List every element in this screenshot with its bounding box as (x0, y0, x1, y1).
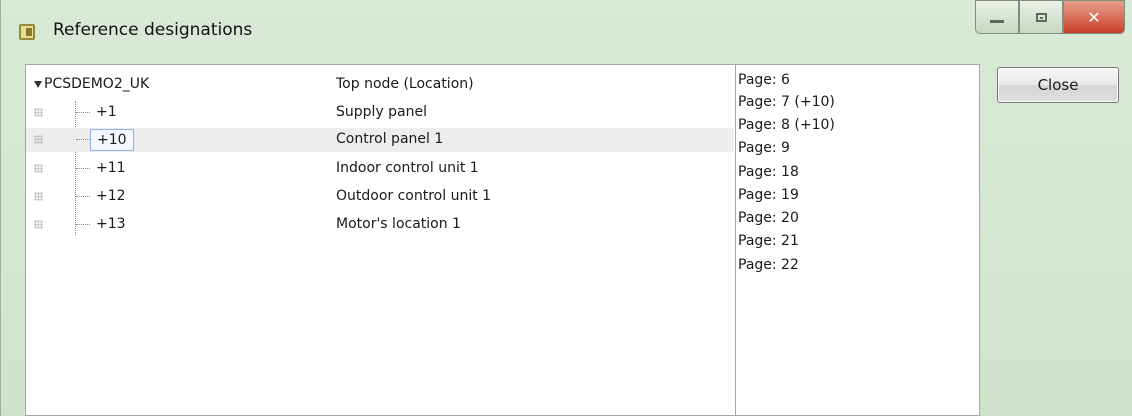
tree-connector (76, 139, 90, 140)
grip-icon (34, 135, 43, 144)
reference-designations-window: Reference designations ✕ PCSDEMO2_UK Top… (0, 0, 1132, 416)
list-item[interactable]: Page: 8 (+10) (738, 117, 835, 133)
tree-node-label: +12 (96, 188, 126, 204)
tree-row[interactable]: +1 Supply panel (26, 101, 734, 125)
tree-expander-icon[interactable] (34, 81, 42, 88)
list-item[interactable]: Page: 20 (738, 210, 799, 226)
tree-node-label: +1 (96, 104, 117, 120)
maximize-button[interactable] (1019, 0, 1063, 34)
close-icon: ✕ (1087, 7, 1101, 27)
grip-icon (34, 192, 43, 201)
tree-connector (76, 112, 90, 113)
list-item[interactable]: Page: 6 (738, 72, 790, 88)
tree-row[interactable]: +13 Motor's location 1 (26, 213, 734, 237)
tree-connector (76, 224, 90, 225)
tree-connector (76, 168, 90, 169)
list-item[interactable]: Page: 19 (738, 187, 799, 203)
tree-row[interactable]: +11 Indoor control unit 1 (26, 157, 734, 181)
page-reference-list[interactable]: Page: 6 Page: 7 (+10) Page: 8 (+10) Page… (735, 64, 980, 416)
tree-node-label: +13 (96, 216, 126, 232)
list-item[interactable]: Page: 21 (738, 233, 799, 249)
tree-node-description: Motor's location 1 (336, 216, 461, 232)
grip-icon (34, 220, 43, 229)
designation-tree[interactable]: PCSDEMO2_UK Top node (Location) +1 Suppl… (25, 64, 735, 416)
list-item[interactable]: Page: 7 (+10) (738, 94, 835, 110)
tree-node-label: +10 (90, 129, 134, 151)
list-item[interactable]: Page: 9 (738, 140, 790, 156)
minimize-button[interactable] (975, 0, 1019, 34)
tree-node-description: Supply panel (336, 104, 427, 120)
list-item[interactable]: Page: 18 (738, 164, 799, 180)
title-bar[interactable]: Reference designations ✕ (1, 0, 1132, 58)
list-item[interactable]: Page: 22 (738, 257, 799, 273)
tree-root-label: PCSDEMO2_UK (44, 76, 150, 92)
close-window-button[interactable]: ✕ (1063, 0, 1125, 34)
tree-row[interactable]: +12 Outdoor control unit 1 (26, 185, 734, 209)
tree-node-description: Indoor control unit 1 (336, 160, 479, 176)
tree-node-label: +11 (96, 160, 126, 176)
tree-root-row[interactable]: PCSDEMO2_UK Top node (Location) (26, 73, 734, 97)
window-icon (19, 24, 35, 40)
window-title: Reference designations (53, 20, 253, 40)
tree-row-selected[interactable]: +10 Control panel 1 (26, 128, 734, 152)
grip-icon (34, 164, 43, 173)
maximize-icon (1035, 12, 1047, 22)
tree-node-description: Outdoor control unit 1 (336, 188, 492, 204)
tree-connector (76, 196, 90, 197)
tree-node-description: Control panel 1 (336, 131, 444, 147)
close-button[interactable]: Close (997, 67, 1119, 103)
minimize-icon (990, 19, 1004, 23)
tree-root-description: Top node (Location) (336, 76, 474, 92)
grip-icon (34, 108, 43, 117)
